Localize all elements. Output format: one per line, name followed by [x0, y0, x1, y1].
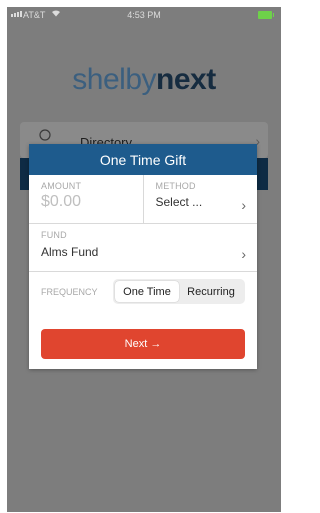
logo-part-shelby: shelby	[72, 63, 157, 96]
method-label: METHOD	[155, 181, 196, 191]
chevron-right-icon: ›	[241, 197, 246, 213]
frequency-segmented-control: One Time Recurring	[113, 279, 245, 304]
method-value: Select ...	[155, 195, 203, 209]
fund-label: FUND	[41, 230, 67, 240]
chevron-right-icon: ›	[241, 246, 246, 262]
method-selector[interactable]: METHOD Select ... ›	[142, 175, 258, 223]
next-button[interactable]: Next →	[41, 329, 245, 359]
frequency-label: FREQUENCY	[41, 287, 98, 297]
amount-value[interactable]: $0.00	[41, 193, 131, 211]
frequency-row: FREQUENCY One Time Recurring	[29, 272, 257, 312]
fund-value: Alms Fund	[41, 245, 99, 259]
fund-selector[interactable]: FUND Alms Fund ›	[29, 224, 257, 272]
frequency-option-recurring[interactable]: Recurring	[179, 281, 243, 302]
status-time: 4:53 PM	[127, 10, 161, 20]
frequency-option-one-time[interactable]: One Time	[115, 281, 179, 302]
amount-label: AMOUNT	[41, 181, 82, 191]
logo-part-next: next	[156, 63, 216, 96]
status-bar: AT&T 4:53 PM	[7, 7, 281, 25]
modal-title: One Time Gift	[29, 144, 257, 175]
battery-icon	[258, 11, 274, 19]
one-time-gift-modal: One Time Gift AMOUNT $0.00 METHOD Select…	[29, 144, 257, 369]
amount-method-row: AMOUNT $0.00 METHOD Select ... ›	[29, 175, 257, 224]
amount-field[interactable]: AMOUNT $0.00	[29, 175, 143, 223]
app-logo: shelbynext	[7, 63, 281, 97]
